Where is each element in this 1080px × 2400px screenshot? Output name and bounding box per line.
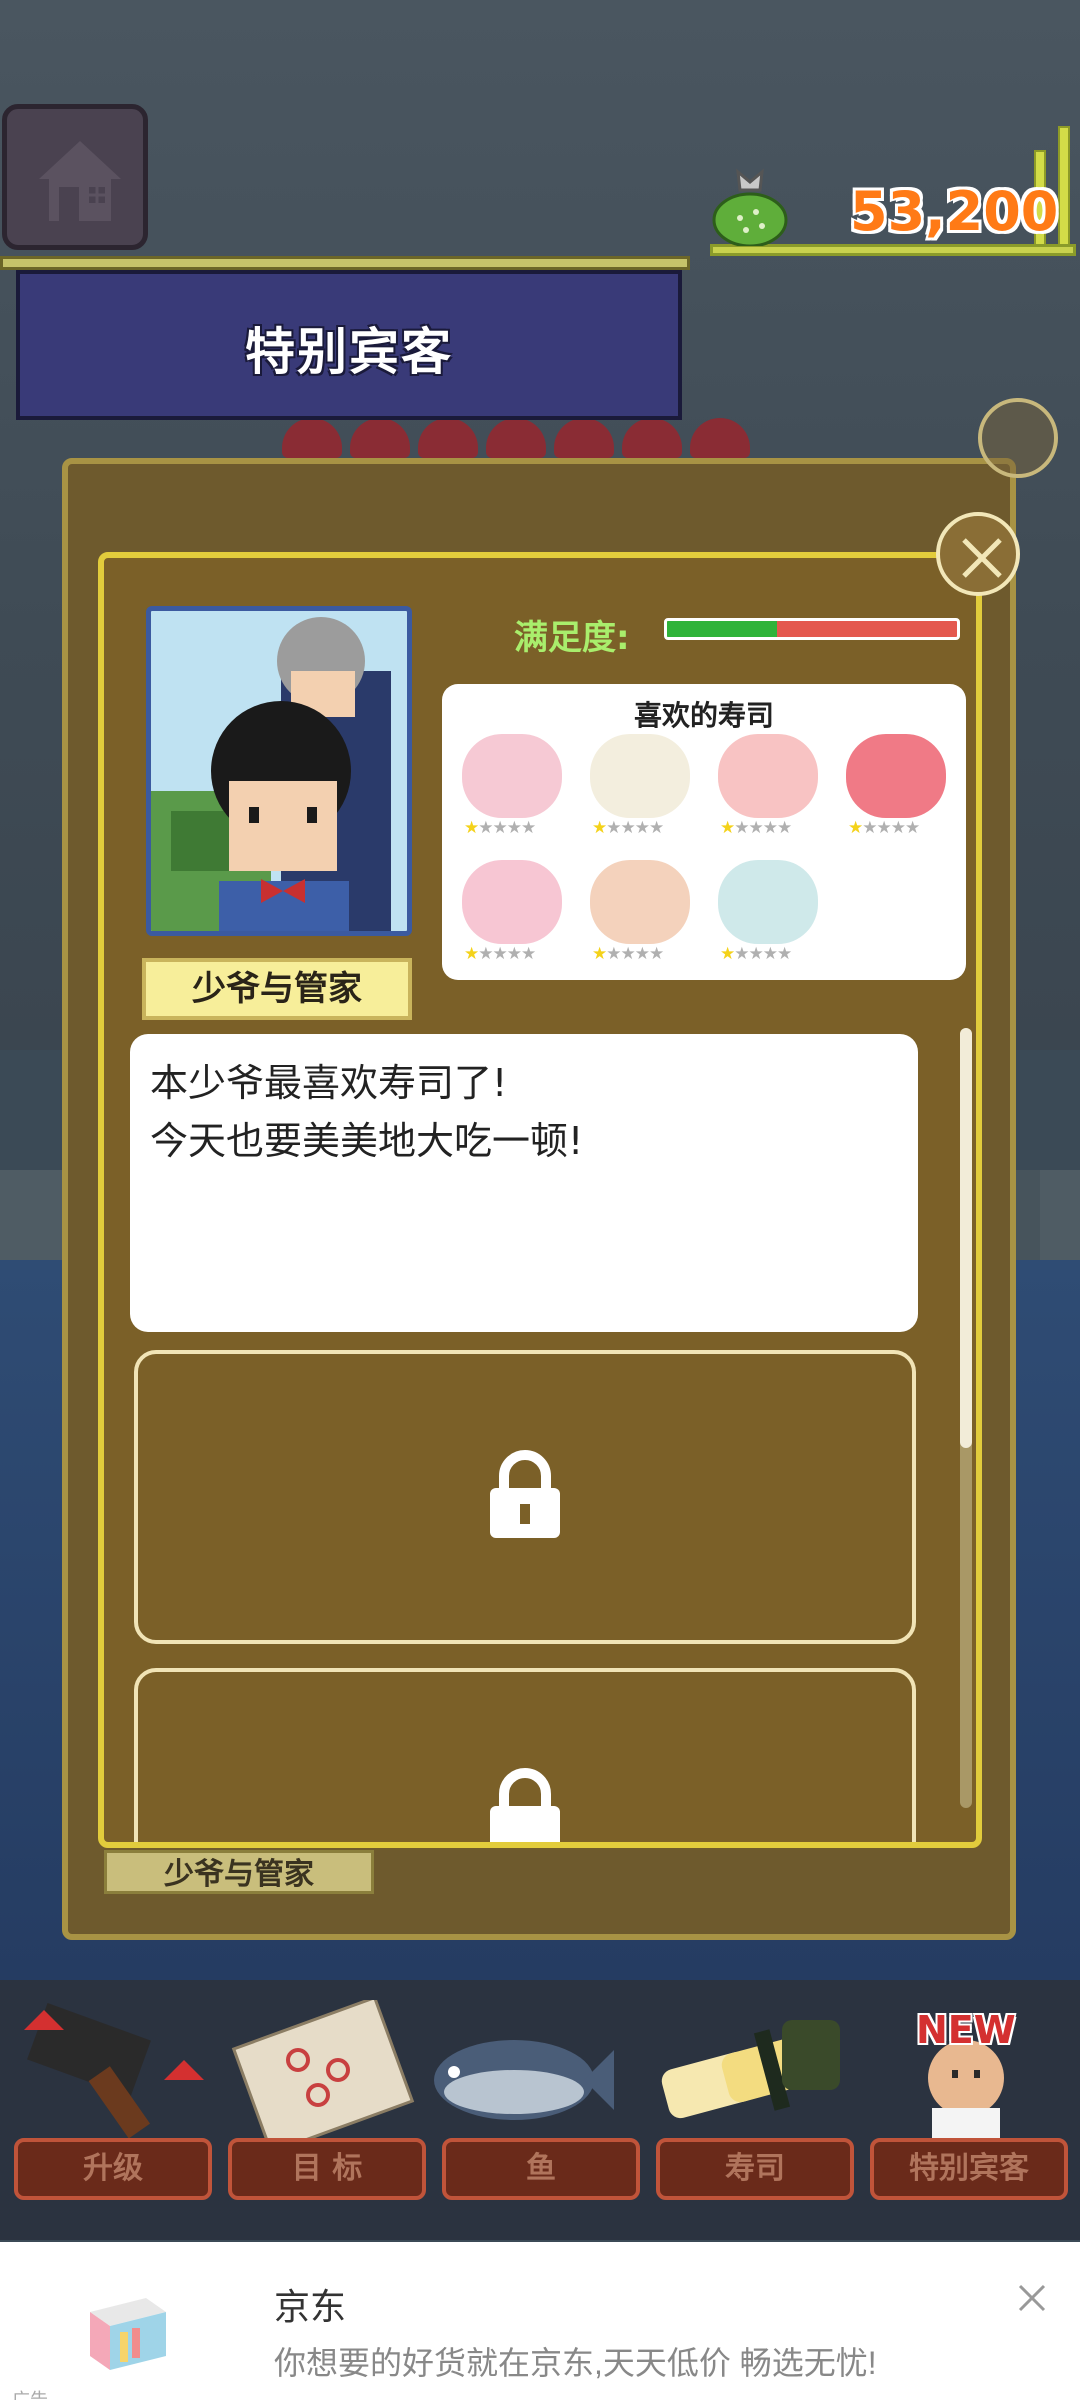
ad-description: 你想要的好货就在京东,天天低价 畅选无忧! (274, 2345, 877, 2381)
favorite-sushi-item: ★★★★★ (454, 734, 564, 844)
fish-icon (434, 2040, 614, 2120)
nav-fish-button[interactable]: 鱼 (442, 2138, 640, 2200)
locked-story-slot[interactable] (134, 1668, 916, 1842)
ad-close-icon[interactable] (1016, 2282, 1048, 2314)
nav-goals-button[interactable]: 目 标 (228, 2138, 426, 2200)
quote-line: 本少爷最喜欢寿司了! (150, 1061, 508, 1105)
banner-rod (0, 256, 690, 270)
satisfaction-fill (667, 621, 778, 637)
favorite-sushi-item: ★★★★★ (710, 860, 820, 970)
satisfaction-bar (664, 618, 960, 640)
nav-sushi-button[interactable]: 寿司 (656, 2138, 854, 2200)
cucumber-sushi-icon (718, 860, 818, 944)
product-box-icon (90, 2298, 166, 2370)
star-rating: ★★★★★ (720, 818, 792, 838)
favorite-sushi-item: ★★★★★ (710, 734, 820, 844)
background-close-icon (978, 398, 1058, 478)
padlock-icon (490, 1450, 560, 1538)
quote-line: 今天也要美美地大吃一顿! (150, 1119, 584, 1163)
favorite-sushi-item: ★★★★★ (582, 860, 692, 970)
sushi-icon (661, 2020, 840, 2119)
home-button[interactable] (2, 104, 148, 250)
background-guest-name: 少爷与管家 (104, 1850, 374, 1894)
eel-sushi-icon (590, 860, 690, 944)
star-rating: ★★★★★ (592, 818, 664, 838)
ad-banner[interactable]: 京东 你想要的好货就在京东,天天低价 畅选无忧! 广告 (0, 2242, 1080, 2400)
salmon-roll-sushi-icon (718, 734, 818, 818)
close-button[interactable] (936, 512, 1020, 596)
padlock-icon (490, 1768, 560, 1842)
house-icon (39, 141, 121, 221)
star-rating: ★★★★★ (464, 818, 536, 838)
tuna-sushi-icon (846, 734, 946, 818)
money-bag-icon (710, 168, 790, 248)
shrimp-sushi-icon (462, 860, 562, 944)
guest-portrait (146, 606, 412, 936)
scroll-thumb[interactable] (960, 1028, 972, 1448)
satisfaction-label: 满足度: (514, 618, 630, 658)
favorite-sushi-panel: 喜欢的寿司 ★★★★★ ★★★★★ ★★★★★ ★★★★★ ★★★★★ ★★★★★ ★★★★… (442, 684, 966, 980)
ad-tag: 广告 (12, 2386, 48, 2400)
ad-title: 京东 (274, 2286, 347, 2327)
nav-special-guest-button[interactable]: 特别宾客 (870, 2138, 1068, 2200)
close-icon (962, 538, 1002, 578)
white-squid-sushi-icon (590, 734, 690, 818)
bamboo-decoration (1058, 126, 1070, 250)
favorite-sushi-item: ★★★★★ (582, 734, 692, 844)
nav-upgrade-button[interactable]: 升级 (14, 2138, 212, 2200)
favorite-sushi-title: 喜欢的寿司 (633, 699, 774, 732)
pink-shrimp-sushi-icon (462, 734, 562, 818)
card-scrollbar[interactable] (960, 1028, 972, 1808)
favorite-sushi-item: ★★★★★ (838, 734, 948, 844)
new-badge: NEW (916, 2008, 1016, 2052)
locked-story-slot[interactable] (134, 1350, 916, 1644)
star-rating: ★★★★★ (464, 944, 536, 964)
banner: 特别宾客 (16, 270, 682, 420)
guest-name: 少爷与管家 (142, 958, 412, 1020)
star-rating: ★★★★★ (720, 944, 792, 964)
star-rating: ★★★★★ (848, 818, 920, 838)
star-rating: ★★★★★ (592, 944, 664, 964)
guest-quote: 本少爷最喜欢寿司了! 今天也要美美地大吃一顿! (130, 1034, 918, 1332)
money-value: 53,200 (850, 180, 1059, 243)
favorite-sushi-item: ★★★★★ (454, 860, 564, 970)
guest-detail-card: 少爷与管家 满足度: 喜欢的寿司 ★★★★★ ★★★★★ ★★★★★ ★★★★★ ★★★… (98, 552, 982, 1848)
target-sheet-icon (231, 2000, 415, 2140)
hammer-icon (24, 2002, 204, 2139)
banner-title: 特别宾客 (245, 323, 453, 381)
